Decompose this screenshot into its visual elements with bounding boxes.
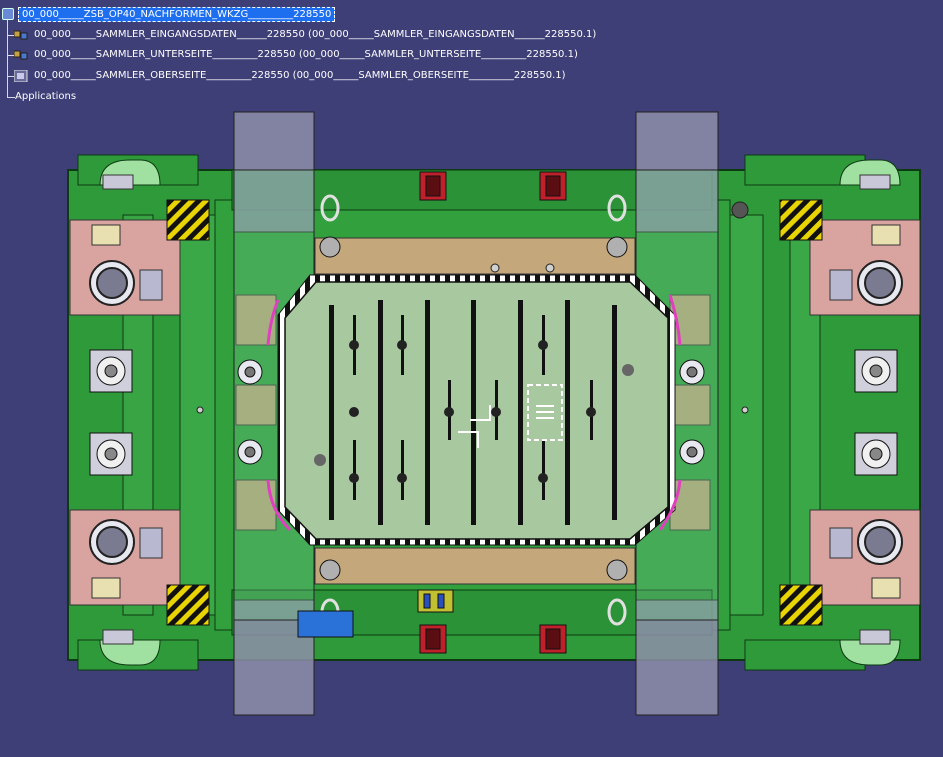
applications-label[interactable]: Applications xyxy=(15,89,76,105)
cad-viewport[interactable] xyxy=(0,0,943,757)
tree-node-label[interactable]: 00_000_____SAMMLER_UNTERSEITE_________22… xyxy=(34,47,578,63)
product-icon xyxy=(14,30,28,40)
product-icon xyxy=(14,50,28,60)
product-root-icon xyxy=(2,8,14,20)
tree-root-label[interactable]: 00_000_____ZSB_OP40_NACHFORMEN_WKZG_____… xyxy=(18,7,336,22)
product-icon xyxy=(14,70,28,82)
tree-branch-line xyxy=(7,97,15,98)
specification-tree: 00_000_____ZSB_OP40_NACHFORMEN_WKZG_____… xyxy=(0,0,600,110)
tree-node-label[interactable]: 00_000_____SAMMLER_OBERSEITE_________228… xyxy=(34,68,566,84)
tree-node-label[interactable]: 00_000_____SAMMLER_EINGANGSDATEN______22… xyxy=(34,27,596,43)
tree-branch-line xyxy=(7,14,8,98)
